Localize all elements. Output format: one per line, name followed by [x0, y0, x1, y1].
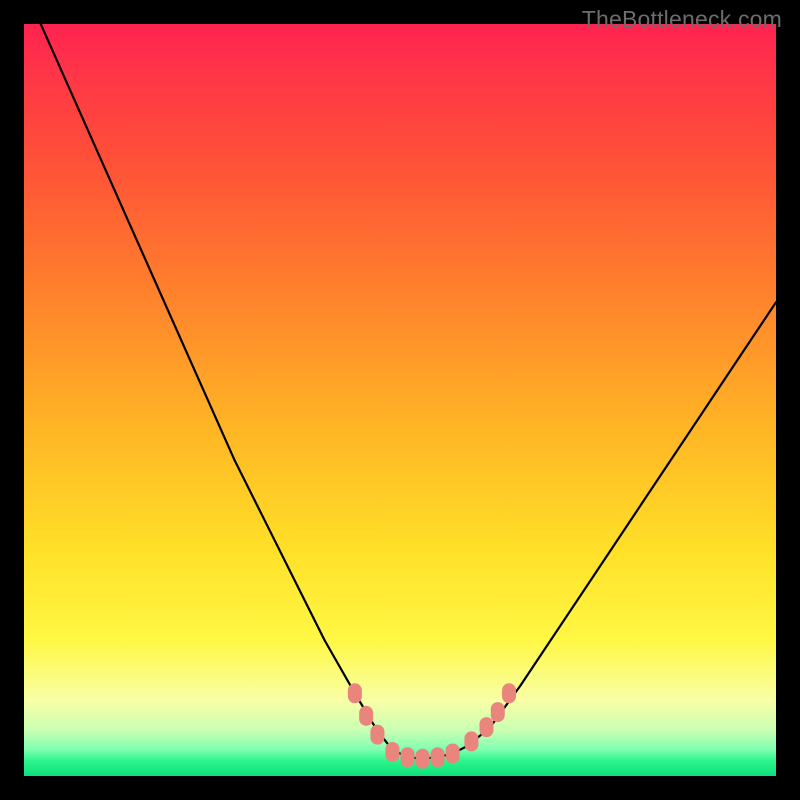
well-marker [370, 725, 384, 745]
well-marker [502, 683, 516, 703]
well-marker [385, 742, 399, 762]
well-marker [359, 706, 373, 726]
plot-area [24, 24, 776, 776]
bottleneck-curve [24, 24, 776, 759]
well-markers [348, 683, 516, 768]
well-marker [464, 731, 478, 751]
well-marker [491, 702, 505, 722]
well-marker [348, 683, 362, 703]
chart-frame: TheBottleneck.com [0, 0, 800, 800]
well-marker [416, 749, 430, 769]
well-marker [431, 747, 445, 767]
well-marker [446, 743, 460, 763]
watermark-text: TheBottleneck.com [582, 6, 782, 33]
well-marker [479, 717, 493, 737]
well-marker [401, 747, 415, 767]
curve-path [24, 24, 776, 759]
curve-layer [24, 24, 776, 776]
